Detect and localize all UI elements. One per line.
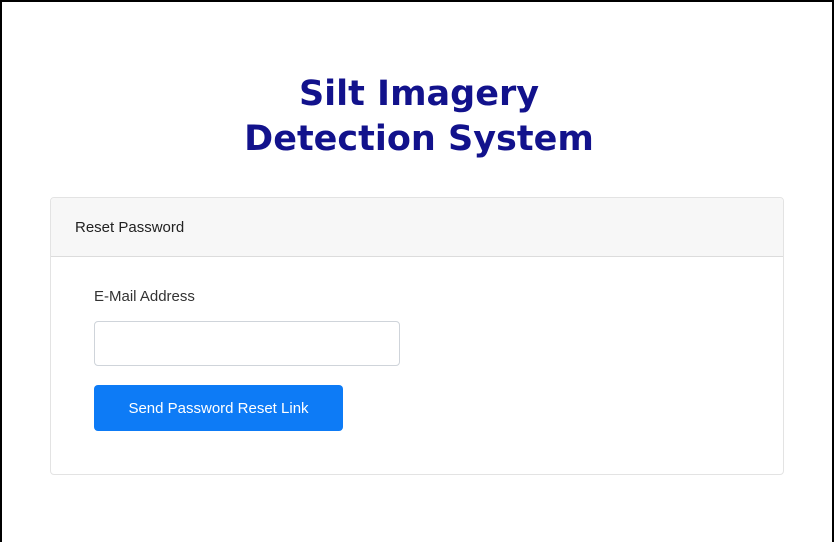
page-title-line-2: Detection System — [244, 119, 594, 159]
card-header: Reset Password — [51, 198, 783, 257]
card-header-title: Reset Password — [75, 218, 185, 236]
page-title: Silt Imagery Detection System — [2, 72, 834, 162]
app-frame: Silt Imagery Detection System Reset Pass… — [0, 0, 834, 542]
reset-password-card: Reset Password E-Mail Address Send Passw… — [50, 197, 784, 475]
email-field[interactable] — [94, 321, 400, 366]
email-label: E-Mail Address — [94, 288, 195, 305]
page-title-line-1: Silt Imagery — [298, 74, 540, 114]
send-reset-link-button[interactable]: Send Password Reset Link — [94, 385, 343, 431]
